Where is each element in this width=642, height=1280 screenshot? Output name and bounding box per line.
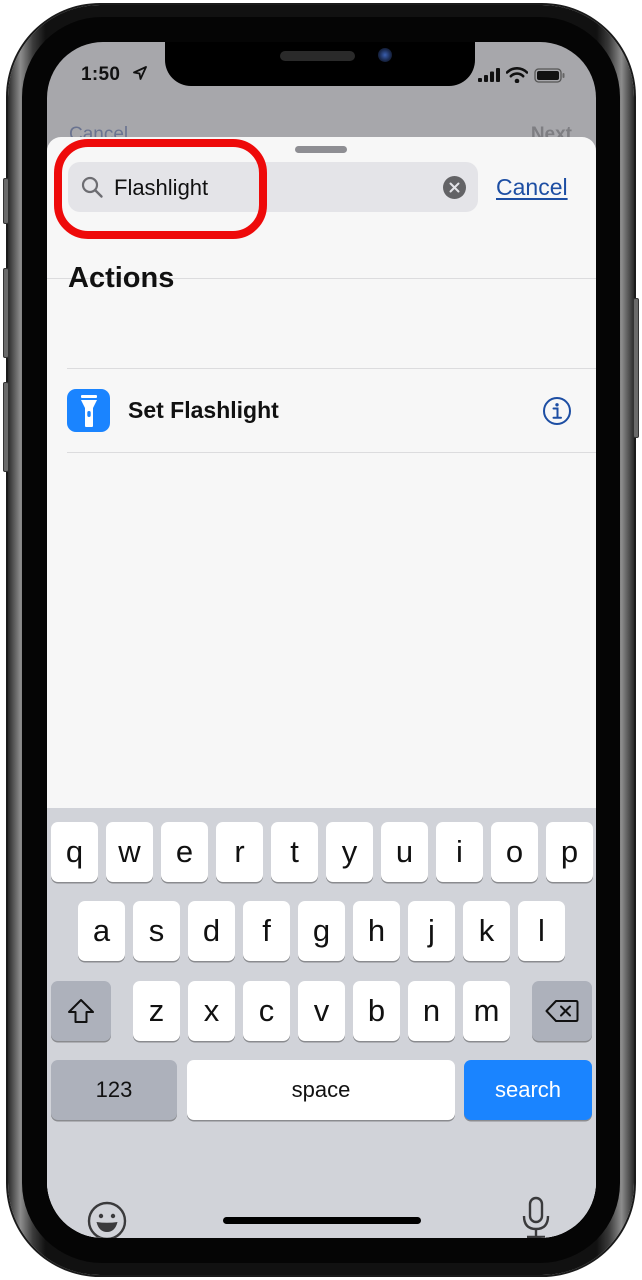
key-y[interactable]: y <box>326 822 373 882</box>
shift-key[interactable] <box>51 981 111 1041</box>
backspace-icon <box>545 1000 579 1022</box>
volume-up-button <box>3 268 9 358</box>
key-s[interactable]: s <box>133 901 180 961</box>
key-n[interactable]: n <box>408 981 455 1041</box>
key-a[interactable]: a <box>78 901 125 961</box>
power-button <box>633 298 639 438</box>
battery-icon <box>534 67 565 83</box>
magnifying-glass-icon <box>81 176 103 198</box>
silent-switch <box>3 178 9 224</box>
delete-key[interactable] <box>532 981 592 1041</box>
cancel-search-button[interactable]: Cancel <box>496 174 568 201</box>
emoji-smiley-icon[interactable] <box>87 1201 127 1238</box>
location-arrow-icon <box>133 66 147 80</box>
phone-screen: 1:50 Cancel Next Flashlight Cancel Actio… <box>47 42 596 1238</box>
row-divider <box>67 452 596 453</box>
key-j[interactable]: j <box>408 901 455 961</box>
clear-search-button[interactable] <box>443 176 466 199</box>
search-return-key[interactable]: search <box>464 1060 592 1120</box>
home-indicator[interactable] <box>223 1217 421 1224</box>
key-b[interactable]: b <box>353 981 400 1041</box>
key-m[interactable]: m <box>463 981 510 1041</box>
volume-down-button <box>3 382 9 472</box>
key-v[interactable]: v <box>298 981 345 1041</box>
action-label: Set Flashlight <box>128 397 279 423</box>
key-u[interactable]: u <box>381 822 428 882</box>
sheet-grabber[interactable] <box>295 146 347 153</box>
key-d[interactable]: d <box>188 901 235 961</box>
key-c[interactable]: c <box>243 981 290 1041</box>
clear-x-icon <box>449 182 460 193</box>
keyboard: q w e r t y u i o p a s d f g h j k l z … <box>47 808 596 1238</box>
shift-arrow-icon <box>68 999 94 1023</box>
section-title-actions: Actions <box>68 262 175 294</box>
key-x[interactable]: x <box>188 981 235 1041</box>
notch <box>165 42 475 86</box>
flashlight-action-icon <box>67 389 110 432</box>
key-w[interactable]: w <box>106 822 153 882</box>
wifi-icon <box>506 67 528 83</box>
flashlight-icon <box>80 394 97 427</box>
key-k[interactable]: k <box>463 901 510 961</box>
space-key[interactable]: space <box>187 1060 455 1120</box>
key-q[interactable]: q <box>51 822 98 882</box>
key-p[interactable]: p <box>546 822 593 882</box>
search-input[interactable]: Flashlight <box>68 162 478 212</box>
earpiece-speaker <box>280 51 355 61</box>
front-camera <box>378 48 392 62</box>
action-row-set-flashlight[interactable]: Set Flashlight <box>47 368 596 452</box>
key-g[interactable]: g <box>298 901 345 961</box>
search-input-value[interactable]: Flashlight <box>114 175 208 201</box>
microphone-icon[interactable] <box>521 1196 551 1238</box>
numbers-key[interactable]: 123 <box>51 1060 177 1120</box>
key-e[interactable]: e <box>161 822 208 882</box>
key-l[interactable]: l <box>518 901 565 961</box>
info-icon[interactable] <box>542 396 572 426</box>
status-time: 1:50 <box>81 64 121 85</box>
key-r[interactable]: r <box>216 822 263 882</box>
key-o[interactable]: o <box>491 822 538 882</box>
key-t[interactable]: t <box>271 822 318 882</box>
status-icons <box>478 67 566 83</box>
key-i[interactable]: i <box>436 822 483 882</box>
key-z[interactable]: z <box>133 981 180 1041</box>
cellular-signal-icon <box>478 68 500 82</box>
key-h[interactable]: h <box>353 901 400 961</box>
key-f[interactable]: f <box>243 901 290 961</box>
